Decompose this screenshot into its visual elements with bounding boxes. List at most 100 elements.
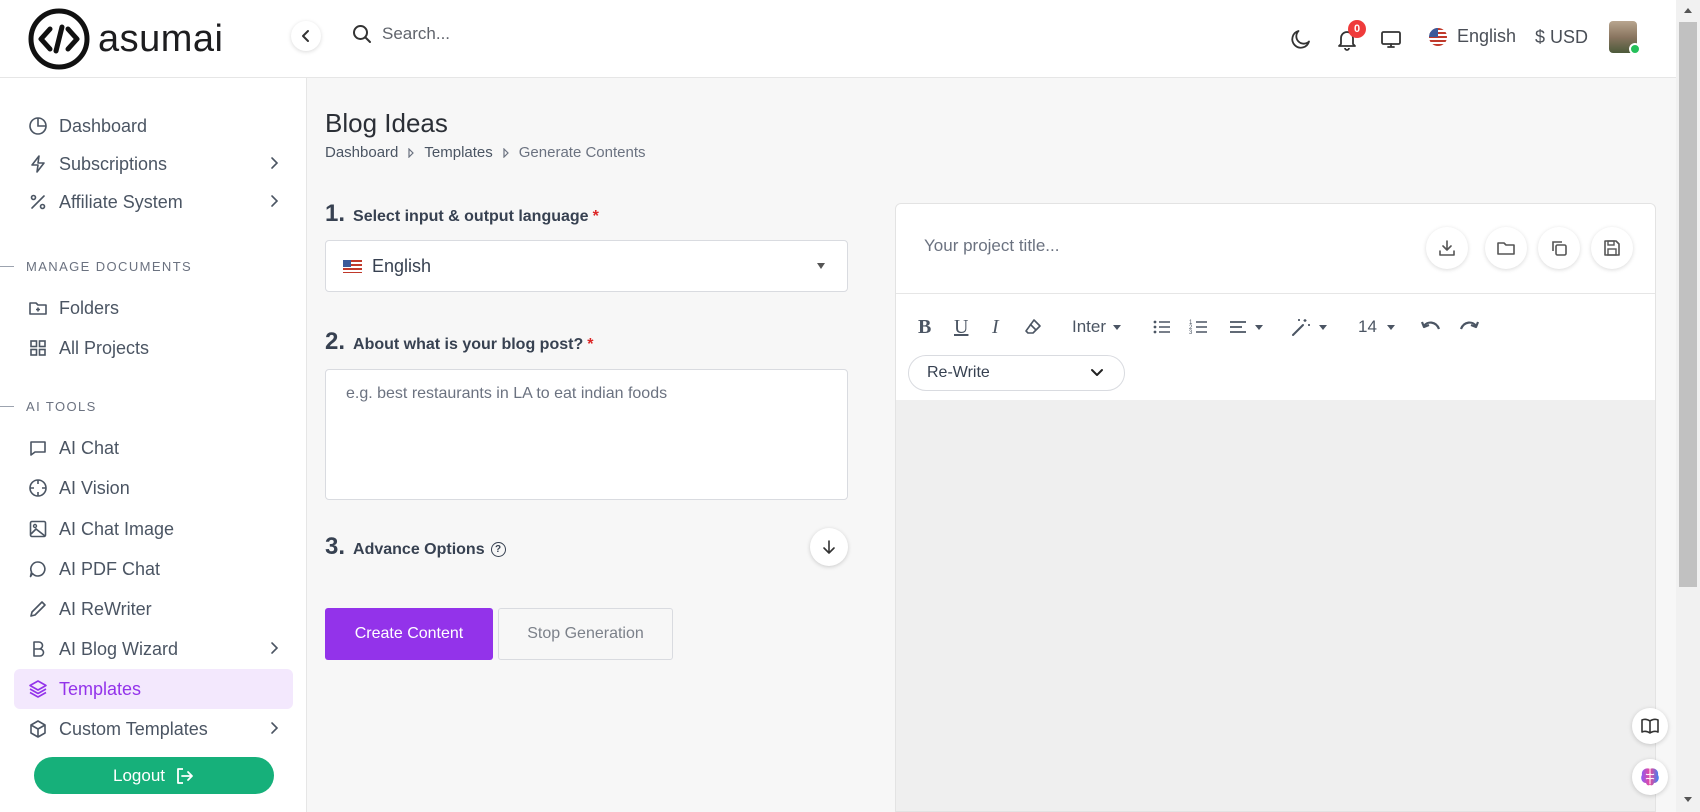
editor-toolbar: B U I Inter 123 14 Re-Write	[896, 294, 1655, 400]
rewrite-select[interactable]: Re-Write	[908, 355, 1125, 391]
image-icon	[28, 519, 48, 539]
blog-topic-textarea[interactable]	[325, 369, 848, 500]
currency-switcher[interactable]: $ USD	[1535, 27, 1588, 48]
ai-assistant-button[interactable]	[1632, 759, 1668, 795]
sidebar-item-label: Affiliate System	[59, 191, 183, 212]
sidebar-item-ai-chat[interactable]: AI Chat	[14, 428, 293, 468]
undo-icon	[1420, 321, 1441, 330]
sidebar-item-label: AI Chat	[59, 437, 120, 458]
redo-icon	[1459, 321, 1480, 330]
page-scrollbar[interactable]	[1676, 0, 1700, 812]
sidebar-item-label: Subscriptions	[59, 153, 168, 174]
bold-button[interactable]: B	[918, 314, 931, 340]
layers-icon	[28, 679, 48, 699]
search-icon	[353, 25, 371, 43]
redo-button[interactable]	[1458, 314, 1480, 340]
pie-chart-icon	[28, 116, 48, 136]
copy-button[interactable]	[1538, 227, 1580, 269]
copy-icon	[1552, 241, 1567, 256]
font-family-value: Inter	[1072, 317, 1107, 336]
percent-icon	[28, 192, 48, 212]
grid-icon	[28, 338, 48, 358]
bulleted-list-icon	[1153, 320, 1170, 334]
fullscreen-button[interactable]	[1378, 26, 1404, 52]
moon-icon	[1291, 30, 1310, 49]
search-input[interactable]	[382, 24, 682, 44]
numbered-list-button[interactable]: 123	[1189, 314, 1209, 340]
breadcrumb-dashboard[interactable]: Dashboard	[325, 144, 398, 161]
align-dropdown[interactable]	[1228, 314, 1263, 340]
language-select[interactable]: English	[325, 240, 848, 292]
advance-options-toggle[interactable]	[810, 528, 848, 566]
sidebar-item-affiliate-system[interactable]: Affiliate System	[14, 182, 293, 222]
download-button[interactable]	[1426, 227, 1468, 269]
user-avatar[interactable]	[1609, 21, 1641, 55]
step2-label: 2. About what is your blog post? *	[325, 328, 594, 355]
font-size-dropdown[interactable]: 14	[1358, 314, 1395, 340]
logout-button[interactable]: Logout	[34, 757, 274, 794]
sidebar-item-ai-pdf-chat[interactable]: AI PDF Chat	[14, 549, 293, 589]
sidebar-item-label: Templates	[59, 678, 142, 699]
undo-button[interactable]	[1420, 314, 1442, 340]
sidebar-item-ai-vision[interactable]: AI Vision	[14, 468, 293, 508]
scrollbar-thumb[interactable]	[1679, 22, 1697, 587]
breadcrumb-templates[interactable]: Templates	[424, 144, 492, 161]
content-editor: B U I Inter 123 14	[895, 203, 1656, 812]
section-label-manage-documents: MANAGE DOCUMENTS	[0, 259, 192, 274]
search-bar	[352, 24, 682, 44]
ai-magic-dropdown[interactable]	[1290, 314, 1327, 340]
sidebar-item-label: AI Chat Image	[59, 518, 175, 539]
download-icon	[1439, 240, 1455, 256]
package-icon	[28, 719, 48, 739]
sidebar-item-templates[interactable]: Templates	[14, 669, 293, 709]
sidebar-item-label: Dashboard	[59, 115, 148, 136]
sidebar-item-dashboard[interactable]: Dashboard	[14, 106, 293, 146]
breadcrumb-current: Generate Contents	[518, 144, 646, 161]
stop-generation-button[interactable]: Stop Generation	[498, 608, 673, 660]
logout-icon	[177, 767, 193, 784]
help-icon[interactable]: ?	[490, 542, 506, 558]
sidebar: Dashboard Subscriptions Affiliate System…	[0, 78, 307, 812]
dark-mode-toggle[interactable]	[1288, 26, 1314, 52]
magic-wand-icon	[1292, 319, 1310, 336]
sidebar-item-all-projects[interactable]: All Projects	[14, 328, 293, 368]
brain-icon	[1641, 768, 1659, 786]
docs-button[interactable]	[1632, 708, 1668, 744]
bulleted-list-button[interactable]	[1152, 314, 1172, 340]
project-title-input[interactable]	[924, 236, 1344, 256]
notification-count-badge: 0	[1348, 20, 1366, 38]
underline-button[interactable]: U	[954, 314, 968, 340]
step3-label: 3. Advance Options?	[325, 533, 506, 561]
sidebar-item-subscriptions[interactable]: Subscriptions	[14, 144, 293, 184]
online-status-dot	[1629, 43, 1641, 55]
clear-format-button[interactable]	[1024, 314, 1042, 340]
sidebar-item-ai-rewriter[interactable]: AI ReWriter	[14, 589, 293, 629]
notifications-button[interactable]: 0	[1334, 20, 1366, 52]
italic-button[interactable]: I	[992, 314, 999, 340]
scroll-down-icon	[1684, 797, 1692, 802]
caret-down-icon	[817, 263, 825, 269]
sidebar-item-label: AI PDF Chat	[59, 558, 161, 579]
folder-plus-icon	[28, 298, 48, 318]
editor-body[interactable]	[896, 400, 1655, 811]
sidebar-item-custom-templates[interactable]: Custom Templates	[14, 709, 293, 749]
sidebar-item-ai-blog-wizard[interactable]: AI Blog Wizard	[14, 629, 293, 669]
create-content-button[interactable]: Create Content	[325, 608, 493, 660]
chevron-right-icon	[271, 642, 279, 654]
sidebar-item-folders[interactable]: Folders	[14, 288, 293, 328]
save-icon	[1604, 240, 1620, 256]
brand-name: asumai	[98, 17, 224, 60]
font-family-dropdown[interactable]: Inter	[1072, 314, 1122, 340]
sidebar-item-label: Folders	[59, 297, 120, 318]
editor-header	[896, 204, 1655, 294]
save-button[interactable]	[1591, 227, 1633, 269]
monitor-icon	[1381, 31, 1401, 48]
folder-button[interactable]	[1485, 227, 1527, 269]
sidebar-item-label: All Projects	[59, 337, 150, 358]
brand-logo[interactable]: asumai	[28, 8, 224, 70]
sidebar-item-label: AI ReWriter	[59, 598, 152, 619]
step1-label: 1. Select input & output language *	[325, 200, 599, 227]
sidebar-collapse-button[interactable]	[291, 21, 321, 51]
language-switcher[interactable]: English	[1428, 26, 1516, 47]
sidebar-item-ai-chat-image[interactable]: AI Chat Image	[14, 509, 293, 549]
